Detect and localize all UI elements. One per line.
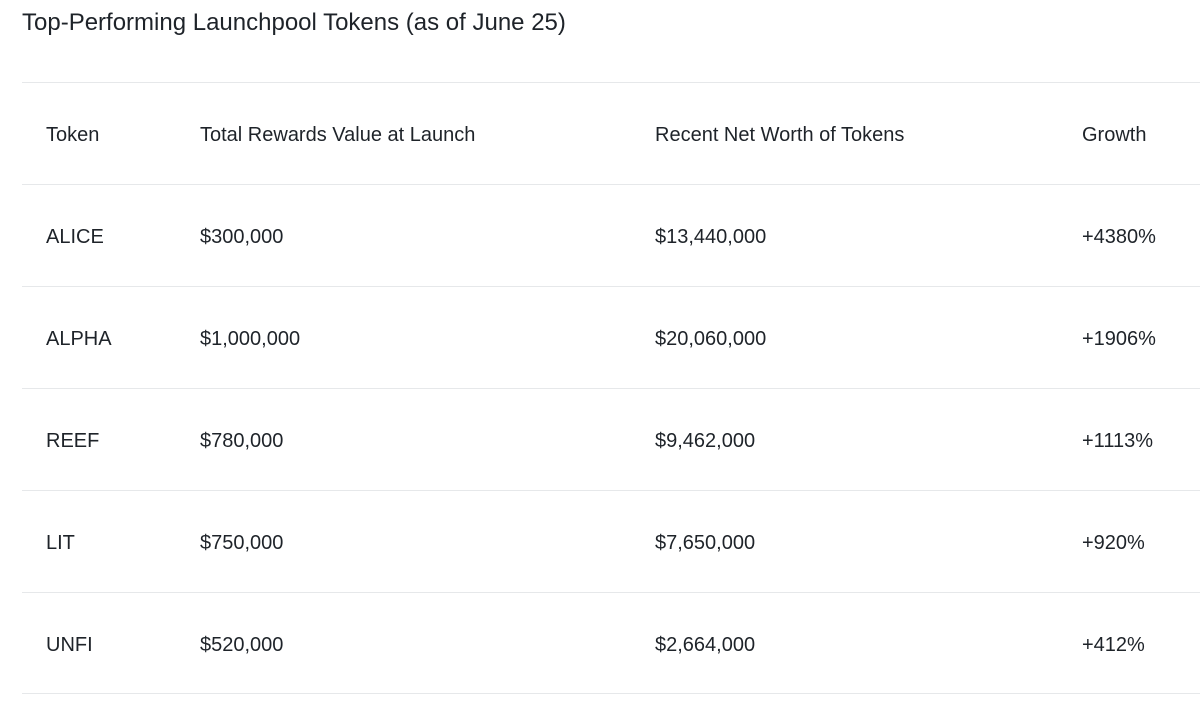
cell-recent-net-worth: $7,650,000 [655, 532, 756, 554]
table-row: ALICE $300,000 $13,440,000 +4380% [22, 184, 1200, 286]
cell-recent-net-worth: $9,462,000 [655, 430, 756, 452]
cell-total-rewards: $1,000,000 [200, 328, 301, 350]
header-growth: Growth [1082, 124, 1147, 146]
cell-recent-net-worth: $20,060,000 [655, 328, 767, 350]
table-row: LIT $750,000 $7,650,000 +920% [22, 490, 1200, 592]
launchpool-table: Token Total Rewards Value at Launch Rece… [22, 82, 1200, 694]
header-total-rewards: Total Rewards Value at Launch [200, 124, 476, 146]
page: Top-Performing Launchpool Tokens (as of … [0, 0, 1200, 724]
header-token: Token [46, 124, 100, 146]
table-row: REEF $780,000 $9,462,000 +1113% [22, 388, 1200, 490]
cell-growth: +4380% [1082, 226, 1156, 248]
cell-growth: +920% [1082, 532, 1145, 554]
cell-token: ALICE [46, 226, 104, 248]
cell-total-rewards: $520,000 [200, 634, 284, 656]
page-title: Top-Performing Launchpool Tokens (as of … [22, 9, 566, 36]
cell-token: REEF [46, 430, 100, 452]
table-row: UNFI $520,000 $2,664,000 +412% [22, 592, 1200, 694]
cell-recent-net-worth: $13,440,000 [655, 226, 767, 248]
cell-total-rewards: $780,000 [200, 430, 284, 452]
cell-token: UNFI [46, 634, 93, 656]
table-row: ALPHA $1,000,000 $20,060,000 +1906% [22, 286, 1200, 388]
header-recent-net-worth: Recent Net Worth of Tokens [655, 124, 905, 146]
table-header-row: Token Total Rewards Value at Launch Rece… [22, 82, 1200, 184]
cell-total-rewards: $300,000 [200, 226, 284, 248]
cell-growth: +1906% [1082, 328, 1156, 350]
cell-recent-net-worth: $2,664,000 [655, 634, 756, 656]
cell-token: LIT [46, 532, 75, 554]
cell-growth: +412% [1082, 634, 1145, 656]
cell-growth: +1113% [1082, 430, 1153, 452]
cell-token: ALPHA [46, 328, 112, 350]
cell-total-rewards: $750,000 [200, 532, 284, 554]
